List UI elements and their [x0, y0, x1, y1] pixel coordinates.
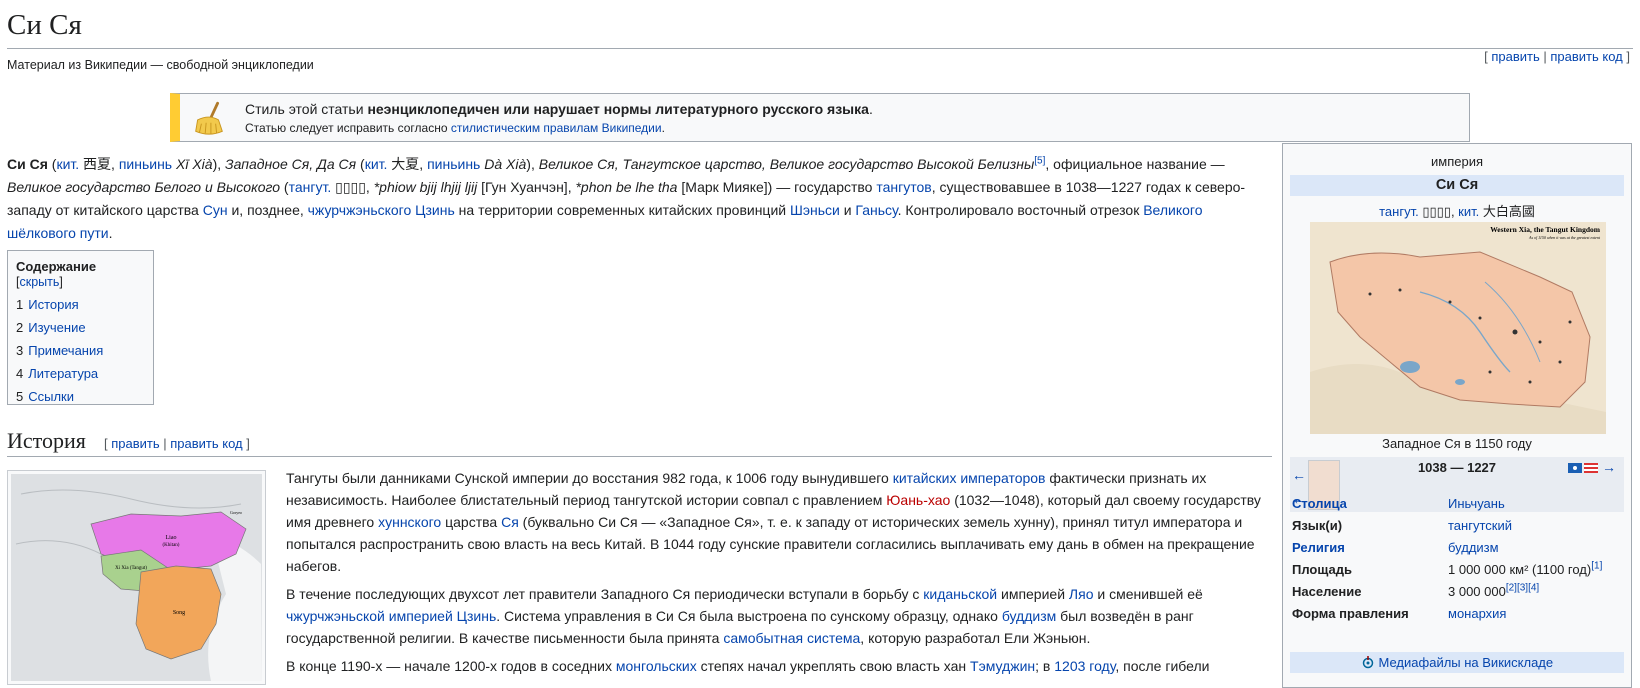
table-of-contents: Содержание [скрыть] 1 История 2 Изучение 3… [7, 250, 154, 405]
infobox-row-capital: Столица Иньчуань [1292, 496, 1627, 516]
infobox-title: Си Ся [1290, 175, 1624, 196]
page-title: Си Ся [7, 9, 82, 41]
reference-link[interactable]: [2][3][4] [1506, 583, 1539, 594]
style-warning-box: Стиль этой статьи неэнциклопедичен или н… [170, 93, 1470, 142]
toc-item[interactable]: 3 Примечания [16, 339, 145, 362]
xixia-label: Xi Xia (Tangut) [115, 566, 147, 571]
map-title: Western Xia, the Tangut Kingdom [1490, 225, 1601, 234]
shaanxi-link[interactable]: Шэньси [790, 202, 840, 218]
liao-sub-label: (Khitan) [163, 543, 180, 548]
section-edit-source-link[interactable]: править код [170, 436, 242, 451]
song-label: Song [173, 610, 185, 616]
style-rules-link[interactable]: стилистическим правилам Википедии [451, 121, 662, 135]
gansu-link[interactable]: Ганьсу [855, 202, 897, 218]
east-asia-map-image[interactable]: Liao (Khitan) Xi Xia (Tangut) Song Gorye… [11, 474, 262, 681]
lead-paragraph: Си Ся (кит. 西夏, пиньинь Xī Xià), Западно… [7, 155, 1246, 241]
infobox-row-area: Площадь 1 000 000 км² (1100 год)[1] [1292, 560, 1603, 577]
toc-item[interactable]: 1 История [16, 293, 145, 316]
temujin-link[interactable]: Тэмуджин [970, 658, 1035, 674]
infobox-kind: империя [1431, 154, 1483, 169]
history-paragraph-3: В конце 1190-х — начале 1200-х годов в с… [286, 658, 1210, 674]
section-heading-history: История [7, 428, 86, 453]
lang-link[interactable]: кит. [56, 156, 79, 172]
yuanhao-link[interactable]: Юань-хао [886, 492, 950, 508]
commons-media-link[interactable]: Медиафайлы на Викискладе [1379, 655, 1554, 670]
tangut-script-link[interactable]: самобытная система [723, 630, 860, 646]
chinese-emperors-link[interactable]: китайских императоров [893, 470, 1046, 486]
reference-link[interactable]: [1] [1591, 561, 1602, 572]
page-edit-links: [ править | править код ] [1484, 49, 1630, 64]
infobox-row-government: Форма правления монархия [1292, 606, 1507, 621]
jin-empire-link[interactable]: чжурчжэньской империей Цзинь [286, 608, 496, 624]
capital-value-link[interactable]: Иньчуань [1448, 496, 1505, 511]
jin-link[interactable]: чжурчжэньского Цзинь [308, 202, 455, 218]
song-link[interactable]: Сун [203, 202, 228, 218]
next-state-arrow[interactable]: → [1602, 459, 1616, 475]
lang-link[interactable]: кит. [365, 156, 388, 172]
khitan-link[interactable]: киданьской [923, 586, 997, 602]
section-edit-link[interactable]: править [111, 436, 159, 451]
prev-state-arrow[interactable]: ← [1292, 467, 1306, 483]
toc-item[interactable]: 4 Литература [16, 362, 145, 385]
infobox-row-population: Население 3 000 000[2][3][4] [1292, 582, 1540, 599]
government-value-link[interactable]: монархия [1448, 606, 1506, 621]
religion-value-link[interactable]: буддизм [1448, 540, 1499, 555]
toc-hide-link[interactable]: скрыть [19, 275, 59, 289]
xiongnu-link[interactable]: хуннского [378, 514, 441, 530]
toc-item[interactable]: 2 Изучение [16, 316, 145, 339]
liao-label: Liao [166, 535, 177, 541]
reference-link[interactable]: [5] [1034, 155, 1045, 166]
pinyin-link[interactable]: пиньинь [427, 156, 480, 172]
broom-icon [195, 101, 223, 135]
history-text: Тангуты были данниками Сунской империи д… [286, 467, 1261, 683]
infobox-row-religion: Религия буддизм [1292, 540, 1627, 560]
goryeo-label: Goryeo [230, 510, 242, 515]
warning-detail: Статью следует исправить согласно стилис… [245, 121, 665, 135]
site-subtitle: Материал из Википедии — свободной энцикл… [7, 58, 314, 72]
year-1203-link[interactable]: 1203 году [1054, 658, 1115, 674]
infobox-native-name: тангут. ▯▯▯▯, кит. 大白高國 [1379, 204, 1535, 219]
map-caption: Западное Ся в 1150 году [1382, 436, 1532, 451]
infobox-row-language: Язык(и) тангутский [1292, 518, 1512, 533]
lang-link[interactable]: тангут. [1379, 204, 1419, 219]
commons-media-row[interactable]: Медиафайлы на Викискладе [1290, 652, 1624, 673]
religion-label-link[interactable]: Религия [1292, 540, 1345, 555]
toc-header: Содержание [скрыть] [16, 259, 97, 289]
infobox: империя Си Ся тангут. ▯▯▯▯, кит. 大白高國 We… [1282, 143, 1632, 688]
edit-source-link[interactable]: править код [1550, 49, 1622, 64]
language-value-link[interactable]: тангутский [1448, 518, 1512, 533]
lang-link[interactable]: тангут. [289, 179, 332, 195]
section-edit-links: [ править | править код ] [104, 436, 250, 451]
edit-link[interactable]: править [1491, 49, 1539, 64]
lang-link[interactable]: кит. [1458, 204, 1479, 219]
xia-link[interactable]: Ся [501, 514, 519, 530]
warning-title: Стиль этой статьи неэнциклопедичен или н… [245, 101, 873, 117]
title-divider [7, 48, 1633, 49]
liao-link[interactable]: Ляо [1069, 586, 1094, 602]
pinyin-link[interactable]: пиньинь [119, 156, 172, 172]
buddhism-link[interactable]: буддизм [1002, 608, 1056, 624]
section-divider [7, 456, 1272, 457]
mongol-link[interactable]: монгольских [616, 658, 697, 674]
history-paragraph-2: В течение последующих двухсот лет правит… [286, 586, 1203, 646]
flag-icon[interactable] [1584, 463, 1598, 473]
toc-item[interactable]: 5 Ссылки [16, 385, 145, 408]
wikimedia-commons-icon [1362, 656, 1374, 669]
history-map-thumbnail[interactable]: Liao (Khitan) Xi Xia (Tangut) Song Gorye… [7, 470, 266, 685]
flag-icon[interactable] [1568, 463, 1582, 473]
western-xia-map-image[interactable]: Western Xia, the Tangut Kingdom As of 11… [1310, 222, 1606, 434]
capital-label-link[interactable]: Столица [1292, 496, 1347, 511]
history-paragraph-1: Тангуты были данниками Сунской империи д… [286, 470, 1261, 574]
tanguts-link[interactable]: тангутов [876, 179, 931, 195]
map-subtitle: As of 1150 when it was at the greatest e… [1528, 235, 1601, 240]
